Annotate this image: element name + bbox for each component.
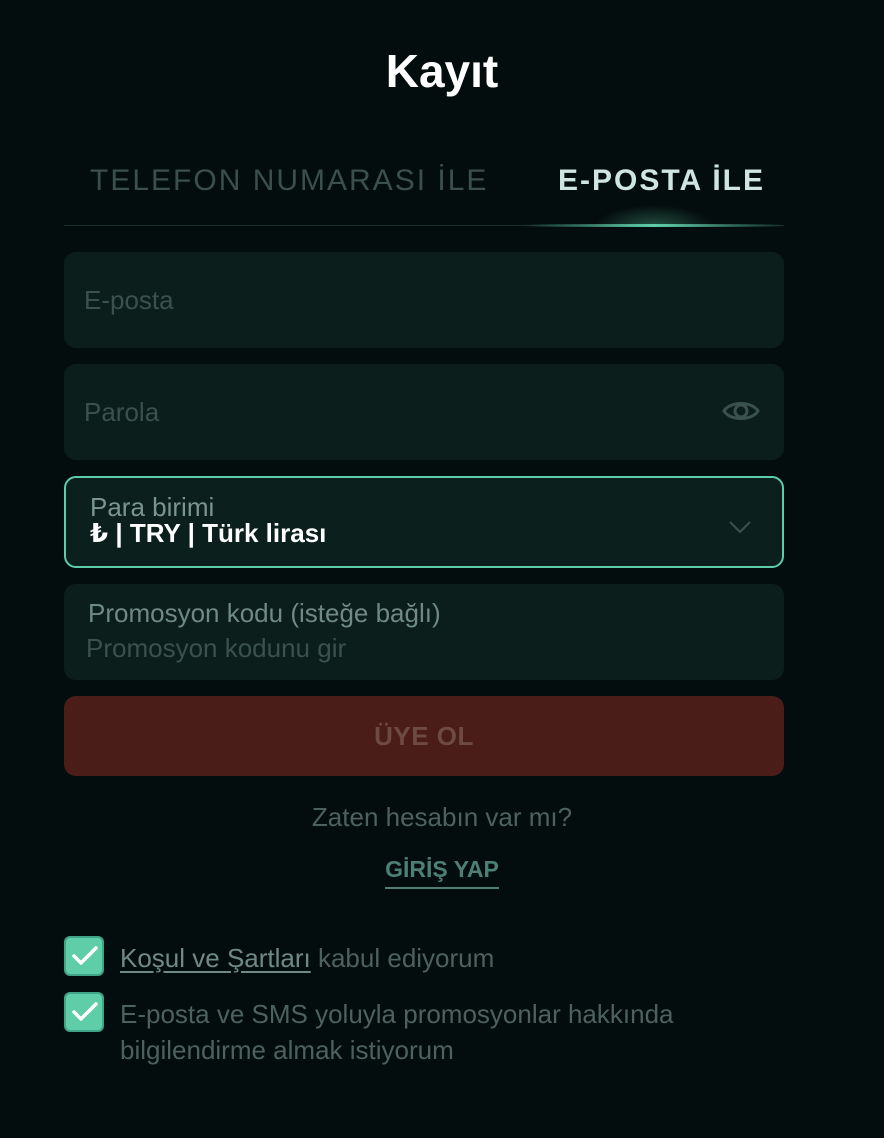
password-input[interactable]	[64, 364, 784, 460]
checkmark-icon	[72, 946, 98, 965]
active-tab-indicator	[524, 224, 784, 227]
promo-code-input[interactable]	[64, 584, 784, 680]
eye-icon[interactable]	[722, 396, 760, 426]
marketing-consent-text: E-posta ve SMS yoluyla promosyonlar hakk…	[120, 999, 674, 1065]
checkmark-icon	[72, 1002, 98, 1021]
page-title: Kayıt	[385, 45, 499, 97]
email-input[interactable]	[64, 252, 784, 348]
currency-value: ₺ | TRY | Türk lirası	[90, 518, 327, 548]
registration-page: Kayıt TELEFON NUMARASI İLE E-POSTA İLE P…	[0, 0, 884, 1138]
currency-select[interactable]: Para birimi ₺ | TRY | Türk lirası	[64, 476, 784, 568]
register-button[interactable]: ÜYE OL	[64, 696, 784, 776]
terms-link[interactable]: Koşul ve Şartları	[120, 943, 311, 973]
login-link[interactable]: GİRİŞ YAP	[385, 856, 499, 889]
promo-field-container: Promosyon kodu (isteğe bağlı)	[64, 584, 784, 680]
tab-email[interactable]: E-POSTA İLE	[558, 164, 765, 198]
terms-consent-suffix: kabul ediyorum	[310, 943, 495, 973]
have-account-text: Zaten hesabın var mı?	[311, 802, 573, 832]
email-field-container	[64, 252, 784, 348]
terms-checkbox[interactable]	[64, 936, 104, 976]
terms-consent-text: Koşul ve Şartları kabul ediyorum	[120, 940, 760, 976]
tab-phone-number[interactable]: TELEFON NUMARASI İLE	[90, 164, 488, 198]
registration-tabs: TELEFON NUMARASI İLE E-POSTA İLE	[64, 150, 784, 227]
password-field-container	[64, 364, 784, 460]
chevron-down-icon	[729, 521, 751, 534]
login-link-container: GİRİŞ YAP	[0, 856, 884, 889]
marketing-checkbox[interactable]	[64, 992, 104, 1032]
